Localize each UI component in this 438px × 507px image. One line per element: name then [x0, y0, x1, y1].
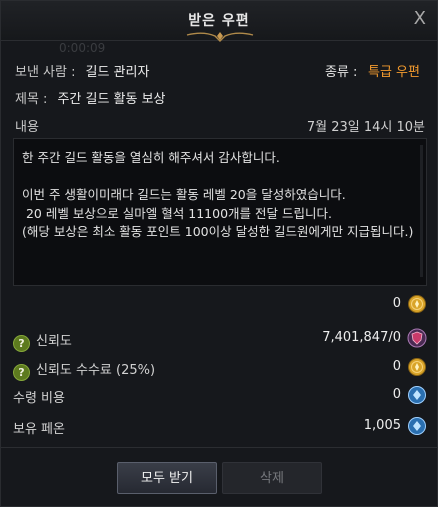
receive-cost-value: 0 — [392, 387, 401, 402]
mail-window: 받은 우편 X 0:00:09 보낸 사람 : 길드 관리자 종류 : 특급 우편… — [0, 0, 438, 507]
trust-fee-label-wrap: ? 신뢰도 수수료 (25%) — [13, 359, 155, 381]
message-scrollbar[interactable] — [420, 145, 423, 277]
owned-phon-label: 보유 페온 — [13, 422, 65, 437]
gold-row: 0 — [13, 293, 427, 317]
subject-label: 제목 : — [15, 92, 48, 107]
footer-divider — [1, 447, 437, 448]
blue-crystal-icon — [408, 386, 426, 404]
gold-value: 0 — [392, 296, 401, 311]
trust-fee-help-icon[interactable]: ? — [13, 364, 30, 381]
trust-label: 신뢰도 — [36, 334, 72, 349]
kind-label: 종류 : — [325, 65, 358, 80]
trust-label-wrap: ? 신뢰도 — [13, 330, 72, 352]
mail-date: 7월 23일 14시 10분 — [306, 120, 425, 135]
content-label-row: 내용 — [15, 116, 39, 138]
kind-value: 특급 우편 — [368, 65, 420, 80]
sender-value: 길드 관리자 — [85, 65, 150, 80]
content-label: 내용 — [15, 120, 39, 135]
gold-coin-icon — [408, 295, 426, 313]
close-button[interactable]: X — [414, 8, 426, 29]
blue-crystal-icon — [408, 417, 426, 435]
trust-fee-label: 신뢰도 수수료 (25%) — [36, 363, 156, 378]
guild-shield-icon — [407, 328, 427, 348]
owned-phon-row: 보유 페온 1,005 — [13, 415, 427, 439]
trust-fee-value: 0 — [392, 359, 401, 374]
subject-row: 제목 : 주간 길드 활동 보상 — [15, 88, 166, 110]
delete-button[interactable]: 삭제 — [222, 462, 322, 494]
message-body-box[interactable]: 한 주간 길드 활동을 열심히 해주셔서 감사합니다. 이번 주 생활이미래다 … — [13, 138, 427, 286]
window-title: 받은 우편 — [188, 13, 250, 29]
background-timer-text: 0:00:09 — [59, 41, 106, 55]
trust-row: ? 신뢰도 7,401,847/0 — [13, 327, 427, 352]
message-body-text: 한 주간 길드 활동을 열심히 해주셔서 감사합니다. 이번 주 생활이미래다 … — [22, 150, 414, 239]
sender-label: 보낸 사람 : — [15, 65, 76, 80]
gold-coin-icon — [408, 358, 426, 376]
trust-fee-row: ? 신뢰도 수수료 (25%) 0 — [13, 356, 427, 381]
subject-value: 주간 길드 활동 보상 — [57, 92, 166, 107]
sender-row: 보낸 사람 : 길드 관리자 — [15, 61, 149, 83]
trust-help-icon[interactable]: ? — [13, 335, 30, 352]
receive-cost-row: 수령 비용 0 — [13, 384, 427, 408]
receive-all-button[interactable]: 모두 받기 — [117, 462, 217, 494]
receive-cost-label: 수령 비용 — [13, 391, 65, 406]
title-ornament-icon — [186, 32, 254, 42]
trust-value: 7,401,847/0 — [322, 330, 401, 345]
title-bar: 받은 우편 X — [1, 1, 437, 42]
owned-phon-value: 1,005 — [363, 418, 401, 433]
